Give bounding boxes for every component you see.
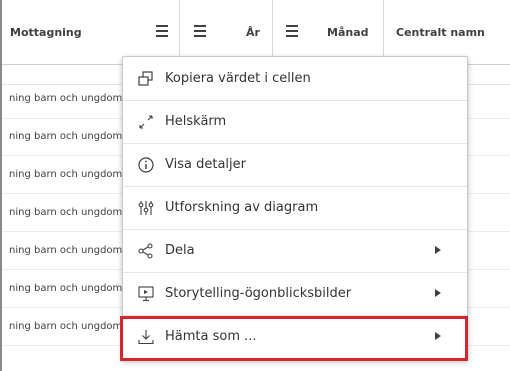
copy-icon — [138, 71, 153, 86]
share-icon — [138, 243, 153, 259]
column-divider — [272, 0, 273, 64]
menu-item-storytelling-snapshots[interactable]: Storytelling-ögonblicksbilder — [123, 272, 467, 315]
table-cell[interactable]: ning barn och ungdom — [9, 245, 122, 256]
table-cell[interactable]: ning barn och ungdom — [9, 321, 122, 332]
column-menu-icon[interactable] — [194, 25, 206, 39]
column-header-ar[interactable]: År — [246, 0, 260, 64]
table-cell[interactable]: ning barn och ungdom — [9, 283, 122, 294]
submenu-arrow-icon — [435, 289, 441, 297]
column-menu-icon[interactable] — [156, 25, 168, 39]
column-header-manad[interactable]: Månad — [327, 0, 369, 64]
column-header-centralt-namn[interactable]: Centralt namn — [396, 0, 485, 64]
table-cell[interactable]: ning barn och ungdom — [9, 207, 122, 218]
menu-item-show-details[interactable]: Visa detaljer — [123, 143, 467, 186]
column-menu-icon[interactable] — [286, 25, 298, 39]
table-cell[interactable]: ning barn och ungdom — [9, 93, 122, 104]
expand-icon — [139, 115, 153, 129]
column-header-mottagning[interactable]: Mottagning — [10, 0, 82, 64]
table-cell[interactable]: ning barn och ungdom — [9, 169, 122, 180]
highlight-box — [120, 316, 468, 361]
menu-item-fullscreen[interactable]: Helskärm — [123, 100, 467, 143]
menu-item-copy-cell[interactable]: Kopiera värdet i cellen — [123, 57, 467, 100]
table-cell[interactable]: ning barn och ungdom — [9, 131, 122, 142]
info-icon — [138, 157, 154, 173]
column-divider — [383, 0, 384, 64]
submenu-arrow-icon — [435, 246, 441, 254]
snapshot-icon — [138, 286, 154, 302]
sliders-icon — [138, 201, 154, 215]
column-divider — [179, 0, 180, 64]
menu-item-chart-exploration[interactable]: Utforskning av diagram — [123, 186, 467, 229]
context-menu: Kopiera värdet i cellen Helskärm Visa de… — [122, 56, 468, 360]
menu-item-share[interactable]: Dela — [123, 229, 467, 272]
